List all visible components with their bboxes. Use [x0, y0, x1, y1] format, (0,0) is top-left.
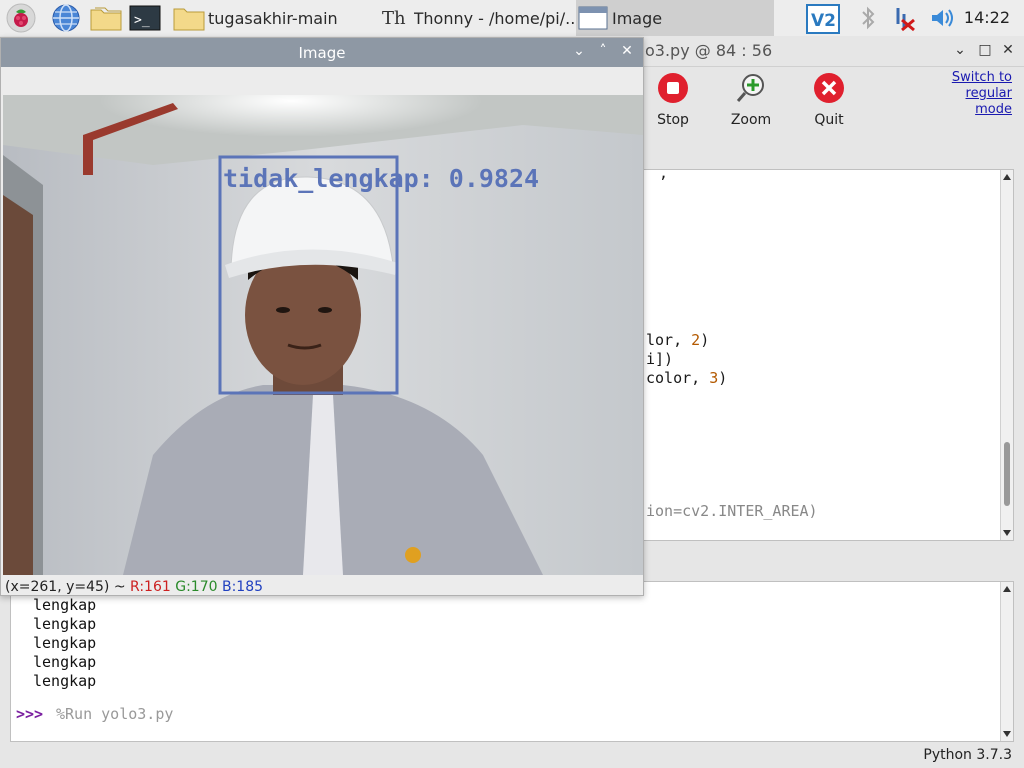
image-window: Image ⌄ ˄ ✕ tidak_lengkap: 0.9824 (x=261… — [0, 37, 644, 596]
window-icon — [578, 6, 608, 30]
scroll-down-icon[interactable] — [1003, 731, 1011, 737]
interpreter-status[interactable]: Python 3.7.3 — [923, 747, 1012, 763]
maximize-icon[interactable]: □ — [977, 42, 993, 58]
shell-output-line: lengkap — [33, 634, 97, 652]
web-browser-icon[interactable] — [51, 3, 81, 33]
taskbar-item-thonny[interactable]: Th Thonny - /home/pi/... — [378, 0, 574, 36]
code-text: color, — [646, 369, 710, 387]
bluetooth-icon[interactable] — [854, 4, 882, 32]
shell-output-line: lengkap — [33, 615, 97, 633]
network-disconnected-icon[interactable] — [890, 4, 918, 32]
switch-mode-text: regular — [965, 86, 1012, 101]
close-icon[interactable]: ✕ — [619, 43, 635, 59]
stop-label: Stop — [657, 112, 689, 128]
pixel-red: R:161 — [130, 579, 171, 595]
zoom-icon — [736, 74, 764, 102]
camera-image: tidak_lengkap: 0.9824 — [3, 95, 643, 575]
detection-label: tidak_lengkap: 0.9824 — [223, 164, 539, 193]
svg-text:V2: V2 — [811, 11, 836, 31]
code-line: i]) — [646, 350, 674, 368]
shell-scrollbar[interactable] — [1000, 582, 1013, 741]
close-icon[interactable]: ✕ — [1000, 42, 1016, 58]
pixel-readout: (x=261, y=45) ~ R:161 G:170 B:185 — [5, 579, 263, 595]
image-window-titlebar[interactable]: Image ⌄ ˄ ✕ — [1, 38, 643, 67]
image-window-title: Image — [298, 44, 346, 62]
file-manager-icon[interactable] — [89, 3, 123, 33]
shell-panel[interactable]: lengkap lengkap lengkap lengkap lengkap … — [10, 581, 1014, 742]
shell-output-line: lengkap — [33, 672, 97, 690]
maximize-icon[interactable]: ˄ — [595, 43, 611, 59]
minimize-icon[interactable]: ⌄ — [571, 43, 587, 59]
terminal-icon[interactable]: >_ — [129, 3, 161, 33]
scroll-up-icon[interactable] — [1003, 174, 1011, 180]
switch-mode-text: mode — [975, 102, 1012, 117]
shell-output-line: lengkap — [33, 596, 97, 614]
minimize-icon[interactable]: ⌄ — [952, 42, 968, 58]
stop-button[interactable]: Stop — [643, 72, 703, 128]
scroll-down-icon[interactable] — [1003, 530, 1011, 536]
folder-icon — [173, 8, 205, 31]
svg-text:>_: >_ — [134, 13, 150, 28]
taskbar-item-label: Image — [612, 8, 663, 28]
scrollbar-thumb[interactable] — [1004, 442, 1010, 506]
taskbar-item-label: tugasakhir-main — [208, 8, 338, 28]
code-line: lor, 2) — [646, 331, 709, 349]
switch-mode-text: Switch to — [951, 70, 1012, 85]
camera-frame: tidak_lengkap: 0.9824 — [3, 95, 643, 575]
quit-label: Quit — [814, 112, 844, 128]
thonny-icon: Th — [382, 7, 406, 29]
taskbar-item-image[interactable]: Image — [576, 0, 774, 36]
stop-icon — [658, 73, 688, 103]
switch-mode-link[interactable]: Switch to regular mode — [932, 70, 1012, 118]
volume-icon[interactable] — [928, 4, 956, 32]
vnc-icon[interactable]: V2 — [806, 4, 840, 34]
scroll-up-icon[interactable] — [1003, 586, 1011, 592]
code-text: ) — [700, 331, 710, 349]
zoom-button[interactable]: Zoom — [721, 72, 781, 128]
taskbar: >_ tugasakhir-main Th Thonny - /home/pi/… — [0, 0, 1024, 37]
clock[interactable]: 14:22 — [964, 0, 1010, 36]
shell-input[interactable]: %Run yolo3.py — [56, 705, 173, 723]
quit-button[interactable]: Quit — [799, 72, 859, 128]
quit-icon — [814, 73, 844, 103]
pixel-green: G:170 — [175, 579, 218, 595]
code-line: color, 3) — [646, 369, 727, 387]
pixel-blue: B:185 — [221, 579, 264, 595]
code-text: lor, — [646, 331, 692, 349]
pixel-coords: (x=261, y=45) ~ — [5, 579, 131, 595]
code-text: , — [659, 164, 669, 182]
raspberry-menu-icon[interactable] — [6, 3, 36, 33]
thonny-title: o3.py @ 84 : 56 — [645, 41, 773, 60]
code-number: 3 — [709, 369, 719, 387]
editor-scrollbar[interactable] — [1000, 170, 1013, 540]
taskbar-item-label: Thonny - /home/pi/... — [413, 8, 574, 28]
zoom-label: Zoom — [730, 112, 772, 128]
code-line: ion=cv2.INTER_AREA) — [646, 502, 818, 520]
code-text: ) — [718, 369, 728, 387]
shell-output-line: lengkap — [33, 653, 97, 671]
shell-prompt: >>> — [16, 705, 44, 723]
code-number: 2 — [691, 331, 701, 349]
taskbar-item-folder[interactable]: tugasakhir-main — [172, 0, 372, 36]
